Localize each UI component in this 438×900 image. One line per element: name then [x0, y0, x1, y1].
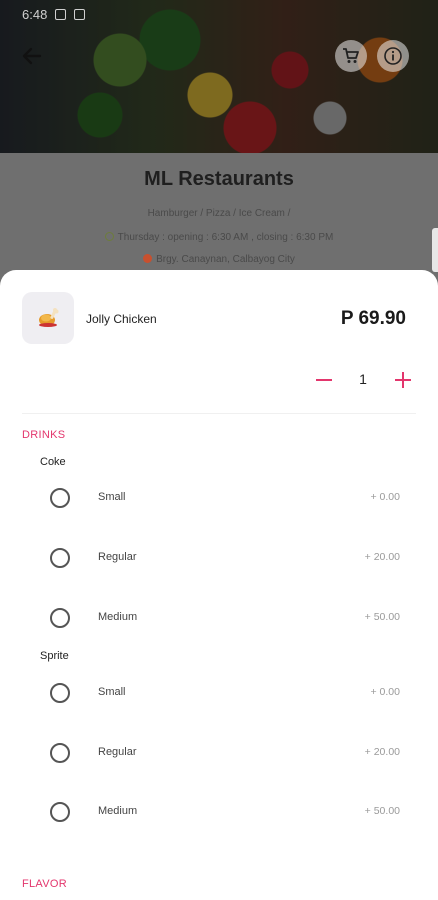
option-price: + 20.00 [364, 746, 400, 758]
section-title-drinks: DRINKS [22, 429, 66, 441]
option-row-coke-medium[interactable]: Medium + 50.00 [0, 600, 438, 636]
divider [22, 413, 416, 414]
group-title-sprite: Sprite [40, 650, 69, 662]
restaurant-address: Brgy. Canaynan, Calbayog City [156, 254, 295, 265]
option-label: Regular [98, 746, 137, 758]
option-price: + 50.00 [364, 611, 400, 623]
info-icon [384, 47, 402, 65]
info-button[interactable] [377, 40, 409, 72]
plus-icon-vertical [402, 372, 404, 388]
option-label: Small [98, 491, 126, 503]
option-row-sprite-small[interactable]: Small + 0.00 [0, 675, 438, 711]
option-label: Medium [98, 611, 138, 623]
restaurant-hours: Thursday : opening : 6:30 AM , closing :… [117, 232, 334, 243]
option-price: + 20.00 [364, 551, 400, 563]
restaurant-tags: Hamburger / Pizza / Ice Cream / [147, 208, 291, 219]
restaurant-hours-row: Thursday : opening : 6:30 AM , closing :… [0, 232, 438, 243]
radio-button[interactable] [50, 608, 70, 628]
item-thumbnail [22, 292, 74, 344]
option-row-coke-regular[interactable]: Regular + 20.00 [0, 540, 438, 576]
restaurant-name: ML Restaurants [144, 168, 294, 190]
restaurant-address-row: Brgy. Canaynan, Calbayog City [0, 254, 438, 265]
status-sim-icon [74, 8, 86, 20]
option-row-sprite-regular[interactable]: Regular + 20.00 [0, 735, 438, 771]
cart-icon [343, 48, 359, 63]
header-dim-overlay [0, 0, 438, 153]
status-time: 6:48 [22, 6, 48, 22]
option-row-sprite-medium[interactable]: Medium + 50.00 [0, 794, 438, 830]
status-notification-icon [55, 8, 67, 20]
arrow-left-icon [22, 47, 42, 65]
option-price: + 50.00 [364, 805, 400, 817]
fried-chicken-icon [39, 308, 59, 327]
radio-button[interactable] [50, 683, 70, 703]
radio-button[interactable] [50, 802, 70, 822]
decrease-quantity-button[interactable] [313, 369, 335, 391]
clock-icon [104, 232, 114, 241]
quantity-value: 1 [359, 371, 367, 387]
radio-button[interactable] [50, 548, 70, 568]
minus-icon [316, 379, 332, 381]
location-pin-icon [143, 254, 153, 263]
item-name: Jolly Chicken [86, 312, 157, 326]
increase-quantity-button[interactable] [392, 369, 414, 391]
option-row-coke-small[interactable]: Small + 0.00 [0, 480, 438, 516]
item-options-sheet: Jolly Chicken P 69.90 1 DRINKS Coke Smal… [0, 270, 438, 900]
radio-button[interactable] [50, 743, 70, 763]
section-title-flavor: FLAVOR [22, 878, 67, 890]
side-drawer-handle[interactable] [432, 228, 438, 272]
cart-button[interactable] [335, 40, 367, 72]
option-label: Small [98, 686, 126, 698]
radio-button[interactable] [50, 488, 70, 508]
status-bar: 6:48 [22, 6, 86, 22]
option-label: Regular [98, 551, 137, 563]
option-price: + 0.00 [370, 491, 401, 503]
item-price: P 69.90 [340, 308, 406, 329]
back-button[interactable] [18, 42, 46, 70]
option-label: Medium [98, 805, 138, 817]
group-title-coke: Coke [40, 456, 66, 468]
option-price: + 0.00 [370, 686, 401, 698]
